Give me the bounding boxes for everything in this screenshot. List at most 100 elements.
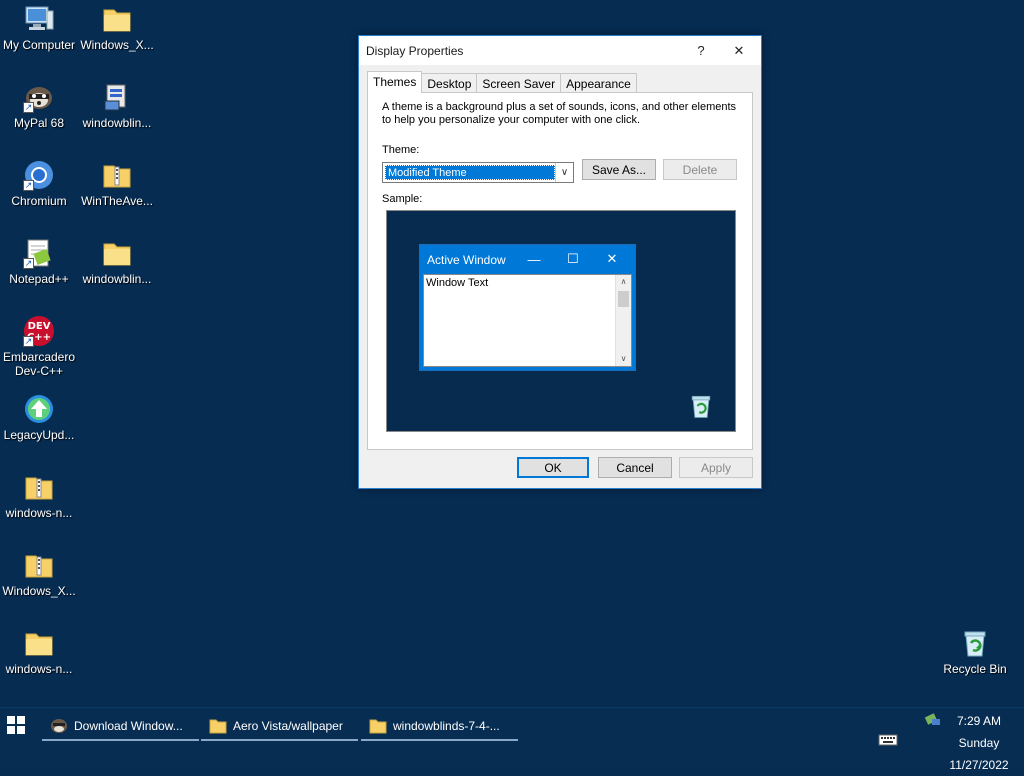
- start-button[interactable]: [6, 715, 26, 735]
- installer-icon: [101, 81, 133, 113]
- dialog-titlebar[interactable]: Display Properties ? ✕: [359, 36, 761, 65]
- clock-day: Sunday: [958, 736, 1000, 750]
- mypal-raccoon-icon: ↗: [23, 81, 55, 113]
- tab-themes[interactable]: Themes: [367, 71, 423, 93]
- devcpp-icon: DEV C++ ↗: [23, 315, 55, 347]
- recycle-bin-icon: [959, 627, 991, 659]
- desktop-icon-notepadpp[interactable]: ↗ Notepad++: [0, 237, 78, 286]
- ok-button[interactable]: OK: [517, 457, 589, 478]
- scroll-up-icon: ∧: [620, 277, 627, 286]
- folder-icon: [209, 718, 227, 734]
- tab-screen-saver[interactable]: Screen Saver: [476, 73, 562, 93]
- desktop-icon-label: windowblin...: [82, 116, 152, 130]
- sample-scrollbar: ∧ ∨: [615, 275, 631, 366]
- taskbar-item-label: Download Window...: [74, 718, 183, 733]
- shortcut-arrow-icon: ↗: [23, 102, 34, 113]
- legacy-update-icon: [23, 393, 55, 425]
- display-properties-dialog: Display Properties ? ✕ Themes Desktop Sc…: [358, 35, 762, 489]
- desktop-icon-my-computer[interactable]: My Computer: [0, 3, 78, 52]
- tab-desktop[interactable]: Desktop: [421, 73, 478, 93]
- scroll-thumb: [618, 291, 629, 307]
- raccoon-browser-icon: [50, 718, 68, 734]
- desktop-icon-label: MyPal 68: [13, 116, 65, 130]
- theme-selected-value: Modified Theme: [385, 165, 555, 180]
- shortcut-arrow-icon: ↗: [23, 336, 34, 347]
- taskbar-item-label: windowblinds-7-4-...: [393, 718, 500, 733]
- folder-icon: [101, 3, 133, 35]
- theme-description: A theme is a background plus a set of so…: [382, 101, 737, 126]
- desktop-icon-label: Windows_X...: [2, 584, 76, 598]
- dialog-title: Display Properties: [366, 43, 464, 58]
- desktop-icon-windows-n-1[interactable]: windows-n...: [0, 471, 78, 520]
- desktop-icon-label: Windows_X...: [80, 38, 154, 52]
- desktop-icon-recycle-bin[interactable]: Recycle Bin: [936, 627, 1014, 676]
- apply-button[interactable]: Apply: [679, 457, 753, 478]
- system-clock[interactable]: 7:29 AM Sunday 11/27/2022: [948, 710, 1010, 776]
- desktop-icon-label: Embarcadero Dev-C++: [2, 350, 76, 378]
- help-button[interactable]: ?: [681, 36, 721, 65]
- notepad-plus-plus-icon: ↗: [23, 237, 55, 269]
- shortcut-arrow-icon: ↗: [23, 258, 34, 269]
- recycle-bin-icon: [687, 391, 715, 421]
- desktop-icon-windowblinds-1[interactable]: windowblin...: [78, 81, 156, 130]
- save-as-button[interactable]: Save As...: [582, 159, 656, 180]
- desktop-icon-label: LegacyUpd...: [3, 428, 75, 442]
- sample-label: Sample:: [382, 193, 423, 205]
- network-tray-icon[interactable]: [924, 711, 942, 730]
- desktop-icon-label: windowblin...: [82, 272, 152, 286]
- keyboard-icon[interactable]: [878, 733, 898, 750]
- zip-folder-icon: [101, 159, 133, 191]
- desktop-icon-windows-x-1[interactable]: Windows_X...: [78, 3, 156, 52]
- desktop-icon-windowblinds-2[interactable]: windowblin...: [78, 237, 156, 286]
- desktop-icon-windows-n-2[interactable]: windows-n...: [0, 627, 78, 676]
- taskbar-item-download[interactable]: Download Window...: [42, 712, 199, 741]
- folder-icon: [23, 627, 55, 659]
- desktop-icon-mypal[interactable]: ↗ MyPal 68: [0, 81, 78, 130]
- computer-icon: [23, 3, 55, 35]
- taskbar-item-label: Aero Vista/wallpaper: [233, 718, 343, 733]
- desktop-icon-label: WinTheAve...: [81, 194, 153, 208]
- desktop-icon-devcpp[interactable]: DEV C++ ↗ Embarcadero Dev-C++: [0, 315, 78, 378]
- windows-logo-icon: [7, 716, 25, 734]
- shortcut-arrow-icon: ↗: [23, 180, 34, 191]
- close-icon: ✕: [606, 251, 618, 266]
- chromium-icon: ↗: [23, 159, 55, 191]
- delete-button[interactable]: Delete: [663, 159, 737, 180]
- desktop-icon-label: Chromium: [11, 194, 67, 208]
- minimize-icon: —: [527, 251, 541, 267]
- cancel-button[interactable]: Cancel: [598, 457, 672, 478]
- svg-text:DEV: DEV: [28, 321, 51, 332]
- sample-window-text: Window Text: [426, 277, 489, 289]
- scroll-down-icon: ∨: [620, 354, 627, 363]
- tab-strip: Themes Desktop Screen Saver Appearance: [367, 71, 637, 93]
- themes-panel: A theme is a background plus a set of so…: [367, 92, 753, 450]
- theme-label: Theme:: [382, 144, 420, 156]
- desktop-icon-label: Notepad++: [9, 272, 69, 286]
- sample-window-body: Window Text ∧ ∨: [423, 274, 632, 367]
- zip-folder-icon: [23, 549, 55, 581]
- clock-date: 11/27/2022: [949, 758, 1009, 772]
- desktop-icon-label: Recycle Bin: [943, 662, 1007, 676]
- tab-appearance[interactable]: Appearance: [560, 73, 637, 93]
- maximize-icon: ☐: [567, 251, 579, 266]
- zip-folder-icon: [23, 471, 55, 503]
- desktop-icon-label: windows-n...: [5, 506, 73, 520]
- sample-window-title: Active Window: [427, 253, 506, 267]
- theme-sample-preview: Active Window — ☐ ✕ Window Text ∧ ∨: [386, 210, 736, 432]
- sample-active-window: Active Window — ☐ ✕ Window Text ∧ ∨: [419, 244, 636, 371]
- desktop-icon-label: My Computer: [2, 38, 76, 52]
- theme-select[interactable]: Modified Theme ∨: [382, 162, 574, 183]
- desktop-icon-label: windows-n...: [5, 662, 73, 676]
- taskbar-item-windowblinds[interactable]: windowblinds-7-4-...: [361, 712, 518, 741]
- desktop-icon-wintheave[interactable]: WinTheAve...: [78, 159, 156, 208]
- taskbar-item-aero-vista[interactable]: Aero Vista/wallpaper: [201, 712, 358, 741]
- close-button[interactable]: ✕: [719, 36, 759, 65]
- desktop-icon-chromium[interactable]: ↗ Chromium: [0, 159, 78, 208]
- clock-time: 7:29 AM: [956, 714, 1002, 728]
- desktop-icon-legacyupdate[interactable]: LegacyUpd...: [0, 393, 78, 442]
- taskbar: Download Window... Aero Vista/wallpaper …: [0, 707, 1024, 772]
- folder-icon: [101, 237, 133, 269]
- chevron-down-icon[interactable]: ∨: [555, 163, 573, 182]
- folder-icon: [369, 718, 387, 734]
- desktop-icon-windows-x-2[interactable]: Windows_X...: [0, 549, 78, 598]
